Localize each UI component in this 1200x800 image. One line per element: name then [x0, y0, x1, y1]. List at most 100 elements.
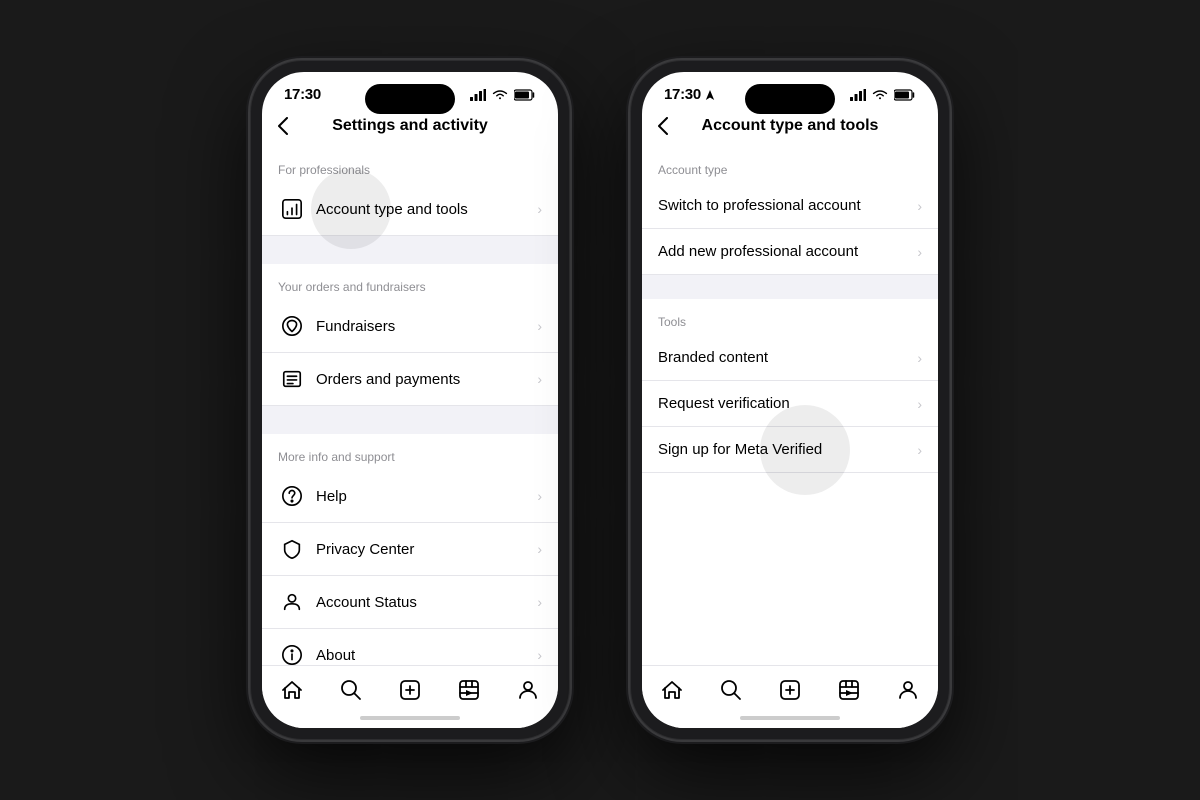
reels-icon-2: [837, 678, 861, 702]
bottom-nav-2: [642, 665, 938, 708]
section-label-professionals: For professionals: [262, 147, 558, 183]
back-button-1[interactable]: [278, 117, 288, 135]
menu-item-meta-verified[interactable]: Sign up for Meta Verified ›: [642, 427, 938, 473]
time-1: 17:30: [284, 86, 321, 103]
chevron-help: ›: [537, 488, 542, 504]
create-icon-2: [778, 678, 802, 702]
menu-item-branded[interactable]: Branded content ›: [642, 335, 938, 381]
menu-item-help[interactable]: Help ›: [262, 470, 558, 523]
battery-icon-2: [894, 89, 916, 101]
text-meta-verified: Sign up for Meta Verified: [658, 441, 822, 458]
menu-text-fundraisers: Fundraisers: [316, 318, 537, 335]
menu-item-orders[interactable]: Orders and payments ›: [262, 353, 558, 406]
section-label-tools: Tools: [642, 299, 938, 335]
chevron-account-status: ›: [537, 594, 542, 610]
menu-text-orders: Orders and payments: [316, 371, 537, 388]
separator-2: [262, 406, 558, 434]
nav-profile-1[interactable]: [506, 676, 550, 704]
nav-search-1[interactable]: [329, 676, 373, 704]
nav-title-1: Settings and activity: [332, 117, 488, 135]
chevron-fundraisers: ›: [537, 318, 542, 334]
menu-text-account-type: Account type and tools: [316, 201, 537, 218]
nav-search-2[interactable]: [709, 676, 753, 704]
fundraiser-icon: [278, 312, 306, 340]
battery-icon-1: [514, 89, 536, 101]
profile-icon-2: [896, 678, 920, 702]
wifi-icon-1: [492, 89, 508, 101]
dynamic-island-2: [745, 84, 835, 114]
home-icon-2: [660, 678, 684, 702]
chevron-meta-verified: ›: [917, 442, 922, 458]
help-icon: [278, 482, 306, 510]
nav-reels-1[interactable]: [447, 676, 491, 704]
home-bar-2: [740, 716, 840, 720]
phone-2-screen: 17:30: [642, 72, 938, 728]
nav-home-2[interactable]: [650, 676, 694, 704]
signal-icon-2: [850, 89, 866, 101]
nav-reels-2[interactable]: [827, 676, 871, 704]
status-bar-2: 17:30: [642, 72, 938, 109]
screen-content-1[interactable]: For professionals Account type and tools…: [262, 147, 558, 665]
phone-1-screen: 17:30: [262, 72, 558, 728]
about-icon: [278, 641, 306, 665]
chevron-switch-professional: ›: [917, 198, 922, 214]
wifi-icon-2: [872, 89, 888, 101]
menu-item-account-status[interactable]: Account Status ›: [262, 576, 558, 629]
home-indicator-1: [262, 708, 558, 728]
home-bar-1: [360, 716, 460, 720]
nav-title-2: Account type and tools: [702, 117, 879, 135]
text-branded: Branded content: [658, 349, 768, 366]
nav-header-2: Account type and tools: [642, 109, 938, 147]
home-icon-1: [280, 678, 304, 702]
back-button-2[interactable]: [658, 117, 668, 135]
chevron-privacy: ›: [537, 541, 542, 557]
menu-text-account-status: Account Status: [316, 594, 537, 611]
chevron-orders: ›: [537, 371, 542, 387]
phones-container: 17:30: [250, 60, 950, 740]
nav-home-1[interactable]: [270, 676, 314, 704]
nav-create-2[interactable]: [768, 676, 812, 704]
profile-icon-1: [516, 678, 540, 702]
account-status-icon: [278, 588, 306, 616]
menu-item-fundraisers[interactable]: Fundraisers ›: [262, 300, 558, 353]
menu-item-about[interactable]: About ›: [262, 629, 558, 665]
chevron-branded: ›: [917, 350, 922, 366]
menu-text-privacy: Privacy Center: [316, 541, 537, 558]
status-icons-1: [470, 89, 536, 101]
orders-icon: [278, 365, 306, 393]
signal-icon-1: [470, 89, 486, 101]
text-add-professional: Add new professional account: [658, 243, 858, 260]
separator-tools: [642, 275, 938, 299]
chart-icon: [278, 195, 306, 223]
chevron-account-type: ›: [537, 201, 542, 217]
dynamic-island-1: [365, 84, 455, 114]
menu-item-switch-professional[interactable]: Switch to professional account ›: [642, 183, 938, 229]
text-switch-professional: Switch to professional account: [658, 197, 861, 214]
bottom-padding-2: [642, 473, 938, 489]
menu-item-add-professional[interactable]: Add new professional account ›: [642, 229, 938, 275]
nav-create-1[interactable]: [388, 676, 432, 704]
section-label-account-type: Account type: [642, 147, 938, 183]
section-label-support: More info and support: [262, 434, 558, 470]
home-indicator-2: [642, 708, 938, 728]
phone-1: 17:30: [250, 60, 570, 740]
menu-text-help: Help: [316, 488, 537, 505]
status-icons-2: [850, 89, 916, 101]
status-bar-1: 17:30: [262, 72, 558, 109]
create-icon-1: [398, 678, 422, 702]
phone-2: 17:30: [630, 60, 950, 740]
nav-header-1: Settings and activity: [262, 109, 558, 147]
search-icon-2: [719, 678, 743, 702]
screen-content-2[interactable]: Account type Switch to professional acco…: [642, 147, 938, 665]
menu-item-privacy[interactable]: Privacy Center ›: [262, 523, 558, 576]
time-2: 17:30: [664, 86, 701, 103]
menu-item-account-type[interactable]: Account type and tools ›: [262, 183, 558, 236]
menu-item-verification[interactable]: Request verification ›: [642, 381, 938, 427]
search-icon-1: [339, 678, 363, 702]
chevron-add-professional: ›: [917, 244, 922, 260]
privacy-icon: [278, 535, 306, 563]
chevron-about: ›: [537, 647, 542, 663]
text-verification: Request verification: [658, 395, 790, 412]
nav-profile-2[interactable]: [886, 676, 930, 704]
chevron-verification: ›: [917, 396, 922, 412]
